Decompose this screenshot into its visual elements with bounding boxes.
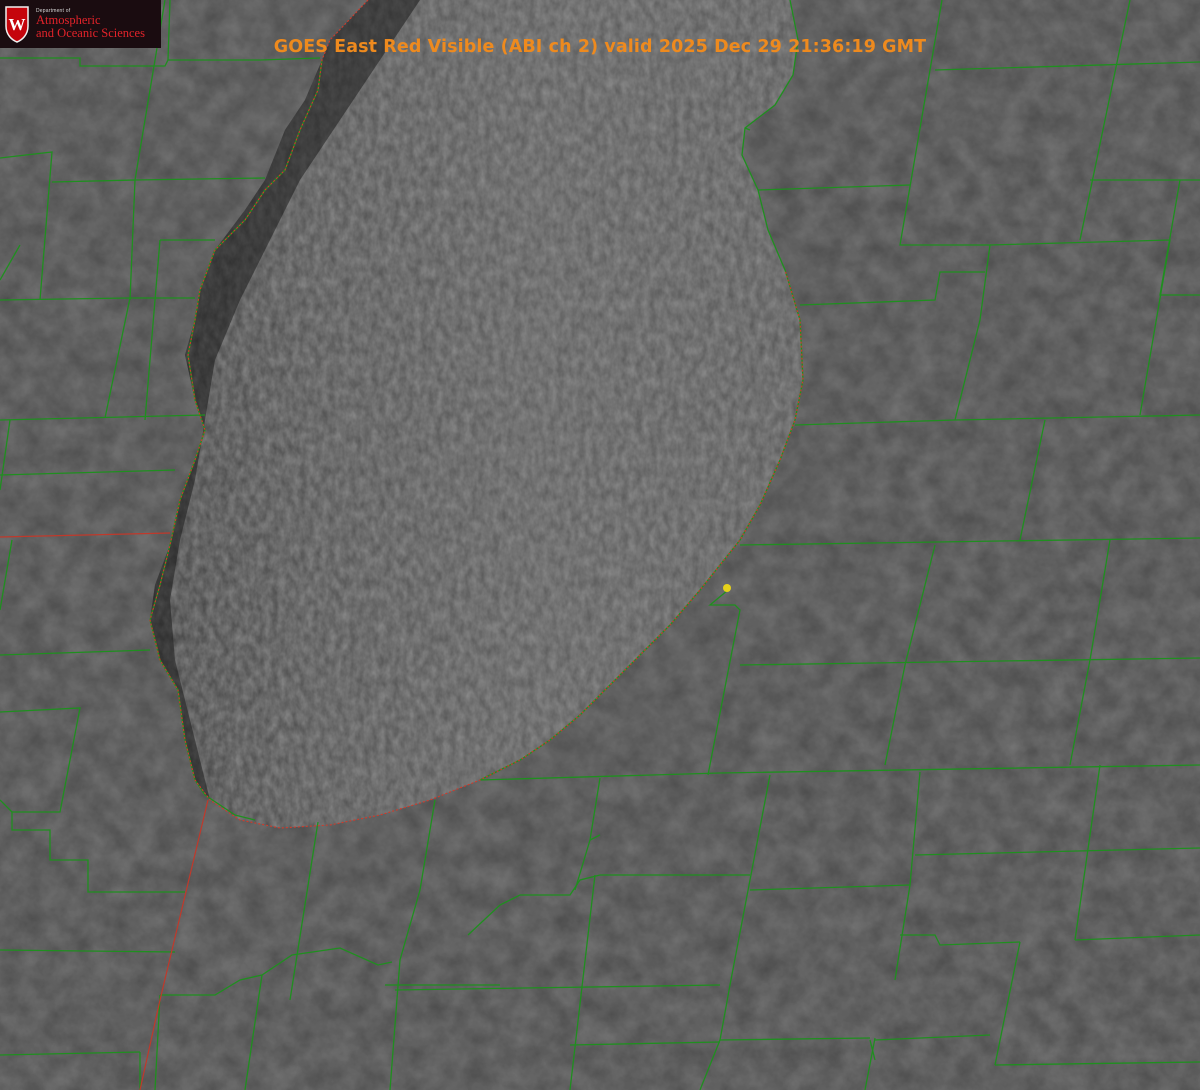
satellite-image [0, 0, 1200, 1090]
logo-atmospheric-label: Atmospheric [36, 13, 101, 27]
satellite-map-view: W Department of Atmospheric and Oceanic … [0, 0, 1200, 1090]
logo-text: Department of Atmospheric and Oceanic Sc… [36, 9, 145, 39]
crest-letter: W [9, 15, 26, 34]
image-title: GOES East Red Visible (ABI ch 2) valid 2… [273, 37, 927, 57]
station-dot-icon [723, 584, 731, 592]
